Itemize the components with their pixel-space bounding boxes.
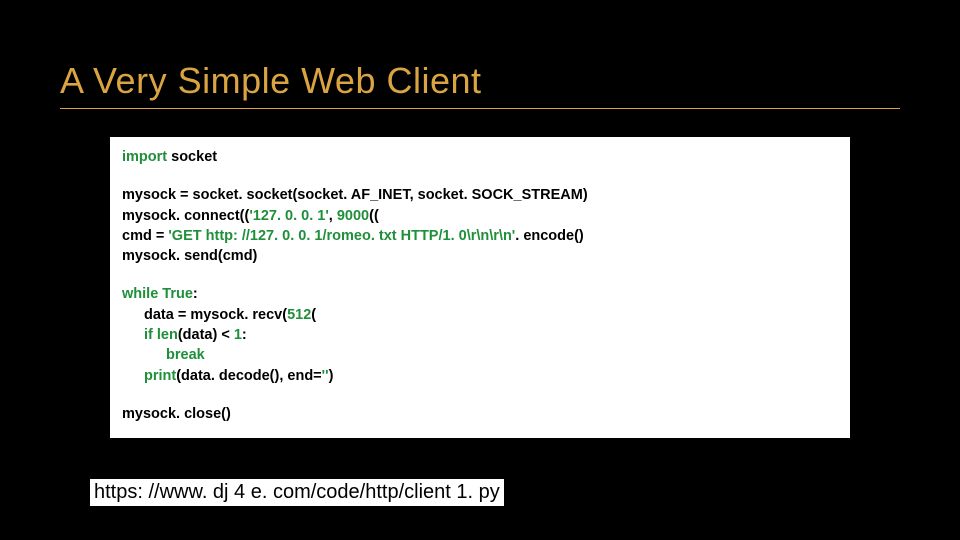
- code-text: data = mysock. recv(: [144, 307, 287, 323]
- code-line: print(data. decode(), end=''): [122, 366, 838, 386]
- code-line: mysock = socket. socket(socket. AF_INET,…: [122, 185, 838, 205]
- code-line: while True:: [122, 284, 838, 304]
- builtin-len: len: [157, 327, 178, 343]
- code-text: socket: [167, 149, 217, 165]
- code-line: if len(data) < 1:: [122, 325, 838, 345]
- source-url: https: //www. dj 4 e. com/code/http/clie…: [90, 479, 504, 506]
- code-text: (data) <: [178, 327, 234, 343]
- code-text: cmd =: [122, 228, 168, 244]
- code-text: mysock. close(): [122, 406, 231, 422]
- code-line: import socket: [122, 147, 838, 167]
- code-text: mysock. send(cmd): [122, 248, 257, 264]
- code-line: cmd = 'GET http: //127. 0. 0. 1/romeo. t…: [122, 226, 838, 246]
- blank-line: [122, 167, 838, 185]
- code-text: (data. decode(), end=: [176, 368, 321, 384]
- keyword-if: if: [144, 327, 157, 343]
- builtin-print: print: [144, 368, 176, 384]
- code-line: break: [122, 345, 838, 365]
- code-line: data = mysock. recv(512(: [122, 305, 838, 325]
- code-line: mysock. close(): [122, 404, 838, 424]
- code-text: ): [329, 368, 334, 384]
- string-literal: '': [322, 368, 329, 384]
- slide-title: A Very Simple Web Client: [60, 60, 900, 109]
- keyword-break: break: [166, 347, 205, 363]
- number-literal: 9000: [337, 208, 369, 224]
- code-text: ((: [369, 208, 379, 224]
- code-text: mysock = socket. socket(socket. AF_INET,…: [122, 187, 588, 203]
- code-box: import socket mysock = socket. socket(so…: [110, 137, 850, 438]
- code-text: :: [193, 286, 198, 302]
- code-text: :: [242, 327, 247, 343]
- number-literal: 1: [234, 327, 242, 343]
- code-text: ,: [329, 208, 337, 224]
- string-literal: '127. 0. 0. 1': [249, 208, 328, 224]
- code-line: mysock. connect(('127. 0. 0. 1', 9000((: [122, 206, 838, 226]
- code-text: . encode(): [515, 228, 583, 244]
- keyword-import: import: [122, 149, 167, 165]
- keyword-while: while: [122, 286, 162, 302]
- keyword-true: True: [162, 286, 193, 302]
- blank-line: [122, 386, 838, 404]
- code-line: mysock. send(cmd): [122, 246, 838, 266]
- string-literal: 'GET http: //127. 0. 0. 1/romeo. txt HTT…: [168, 228, 515, 244]
- slide: A Very Simple Web Client import socket m…: [0, 0, 960, 540]
- code-text: (: [311, 307, 316, 323]
- code-text: mysock. connect((: [122, 208, 249, 224]
- blank-line: [122, 266, 838, 284]
- number-literal: 512: [287, 307, 311, 323]
